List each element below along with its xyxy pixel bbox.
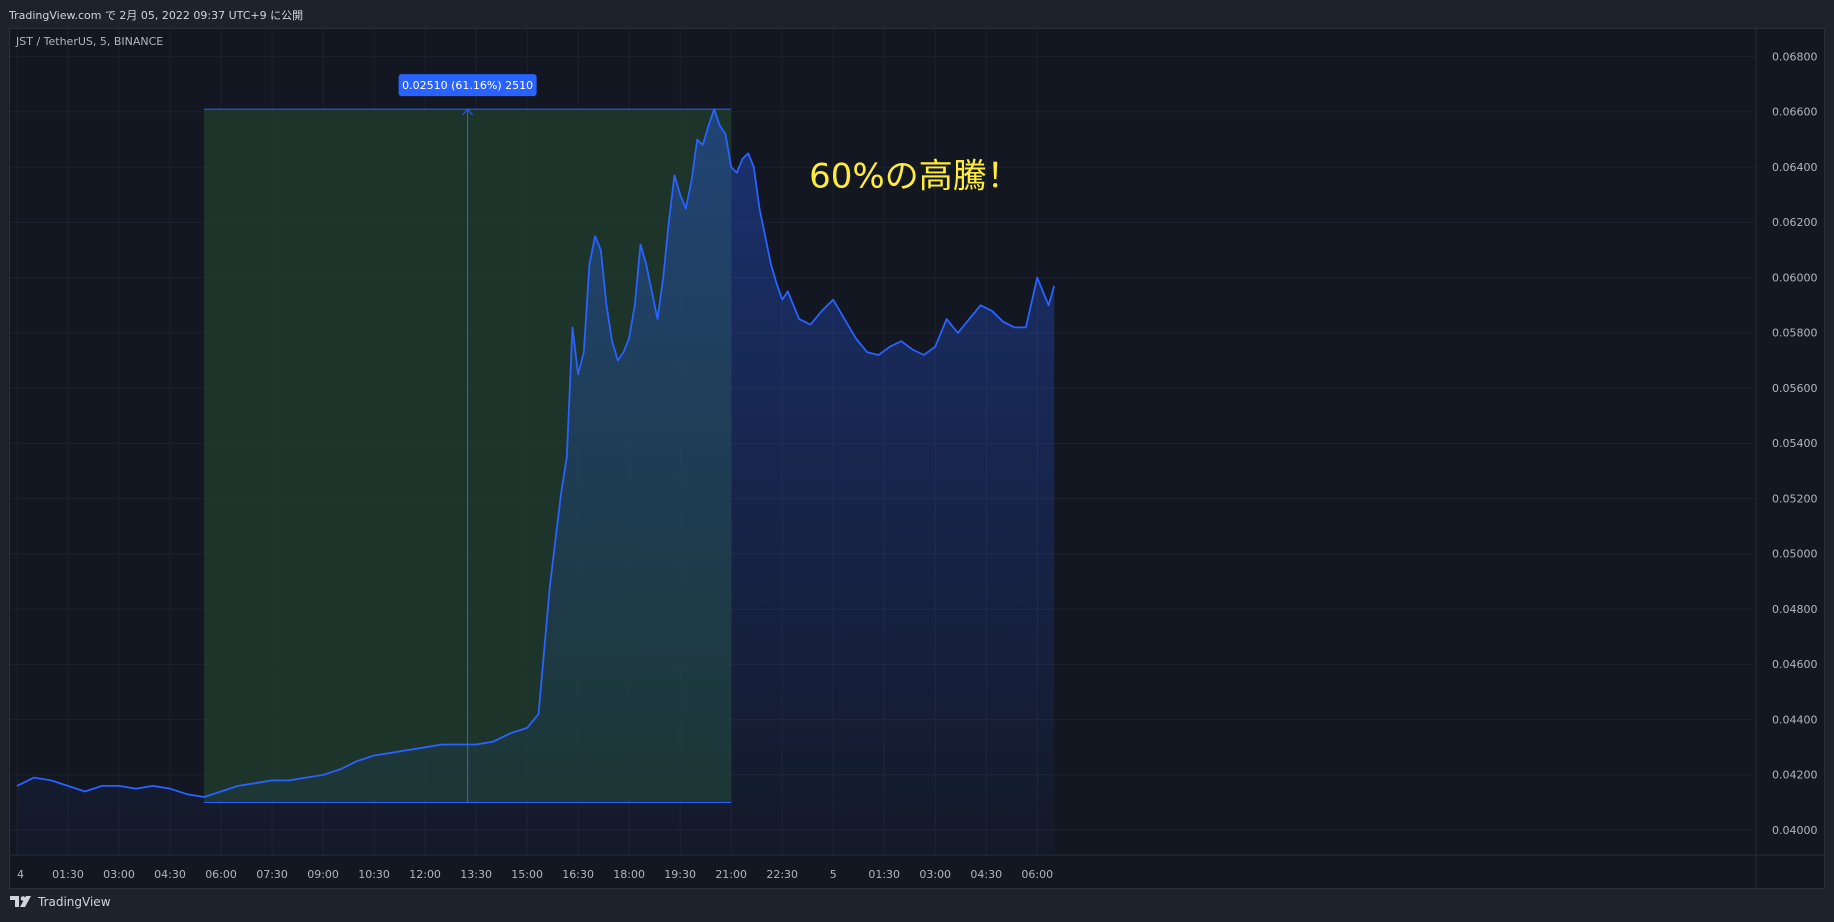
time-tick-label: 15:00 xyxy=(511,868,543,881)
chart-pane[interactable]: 0.02510 (61.16%) 2510 60%の高騰！ JST / Teth… xyxy=(9,28,1825,889)
price-tick-label: 0.05400 xyxy=(1772,437,1818,450)
tradingview-logo[interactable]: TradingView xyxy=(10,895,111,909)
time-tick-label: 10:30 xyxy=(358,868,390,881)
price-tick-label: 0.06800 xyxy=(1772,50,1818,63)
time-tick-label: 04:30 xyxy=(970,868,1002,881)
time-tick-label: 4 xyxy=(17,868,24,881)
price-tick-label: 0.04200 xyxy=(1772,769,1818,782)
time-tick-label: 03:00 xyxy=(103,868,135,881)
time-tick-label: 06:00 xyxy=(1021,868,1053,881)
time-axis[interactable]: 4 01:30 03:00 04:30 06:00 07:30 09:00 10:30 12:0… xyxy=(17,868,1053,881)
footer-bar xyxy=(0,889,1834,922)
time-tick-label: 12:00 xyxy=(409,868,441,881)
publish-header: TradingView.com で 2月 05, 2022 09:37 UTC+… xyxy=(0,0,1834,28)
brand-name: TradingView xyxy=(38,895,111,909)
time-tick-label: 16:30 xyxy=(562,868,594,881)
tradingview-logo-icon xyxy=(10,896,31,907)
time-tick-label: 06:00 xyxy=(205,868,237,881)
time-tick-label: 22:30 xyxy=(766,868,798,881)
time-tick-label: 09:00 xyxy=(307,868,339,881)
price-axis-bg xyxy=(1756,29,1824,888)
price-tick-label: 0.05000 xyxy=(1772,548,1818,561)
time-tick-label: 07:30 xyxy=(256,868,288,881)
price-axis[interactable]: 0.06800 0.06600 0.06400 0.06200 0.06000 0.058… xyxy=(1772,50,1818,837)
price-tick-label: 0.06000 xyxy=(1772,271,1818,284)
price-chart[interactable]: 0.02510 (61.16%) 2510 60%の高騰！ JST / Teth… xyxy=(10,29,1825,889)
time-tick-label: 19:30 xyxy=(664,868,696,881)
time-tick-label: 21:00 xyxy=(715,868,747,881)
time-tick-label: 01:30 xyxy=(868,868,900,881)
measure-label-text: 0.02510 (61.16%) 2510 xyxy=(402,79,533,92)
price-tick-label: 0.06600 xyxy=(1772,106,1818,119)
measure-label: 0.02510 (61.16%) 2510 xyxy=(398,74,537,97)
price-tick-label: 0.06400 xyxy=(1772,161,1818,174)
time-tick-label: 5 xyxy=(830,868,837,881)
price-tick-label: 0.05600 xyxy=(1772,382,1818,395)
time-tick-label: 13:30 xyxy=(460,868,492,881)
price-tick-label: 0.04400 xyxy=(1772,713,1818,726)
price-tick-label: 0.05200 xyxy=(1772,492,1818,505)
time-tick-label: 04:30 xyxy=(154,868,186,881)
symbol-legend[interactable]: JST / TetherUS, 5, BINANCE xyxy=(15,35,163,48)
price-tick-label: 0.05800 xyxy=(1772,327,1818,340)
price-tick-label: 0.04600 xyxy=(1772,658,1818,671)
time-tick-label: 03:00 xyxy=(919,868,951,881)
annotation-text[interactable]: 60%の高騰！ xyxy=(809,156,1021,196)
price-tick-label: 0.04000 xyxy=(1772,824,1818,837)
time-tick-label: 01:30 xyxy=(52,868,84,881)
publish-info: TradingView.com で 2月 05, 2022 09:37 UTC+… xyxy=(9,9,304,22)
time-tick-label: 18:00 xyxy=(613,868,645,881)
price-tick-label: 0.04800 xyxy=(1772,603,1818,616)
price-tick-label: 0.06200 xyxy=(1772,216,1818,229)
